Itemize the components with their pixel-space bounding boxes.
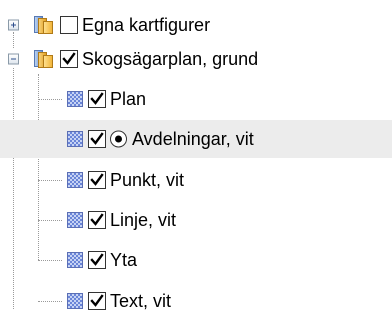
layer-group-icon <box>34 15 54 35</box>
checkmark-icon <box>90 132 104 145</box>
group-checkbox[interactable] <box>60 50 78 68</box>
checker-pattern-layer-icon <box>67 91 83 107</box>
layer-checkbox[interactable] <box>88 130 106 148</box>
checker-pattern-layer-icon <box>67 252 83 268</box>
checkmark-icon <box>90 92 104 105</box>
layer-checkbox[interactable] <box>88 292 106 310</box>
layer-label: Text, vit <box>110 291 172 311</box>
plus-expander-icon[interactable] <box>8 19 19 31</box>
layer-group-icon <box>34 49 54 69</box>
group-label: Egna kartfigurer <box>82 15 211 35</box>
tree-item-yta[interactable]: Yta <box>0 241 392 279</box>
checker-pattern-layer-icon <box>67 212 83 228</box>
tree-item-plan[interactable]: Plan <box>0 80 392 118</box>
minus-expander-icon[interactable] <box>8 53 19 65</box>
checkmark-icon <box>90 173 104 186</box>
layer-label: Yta <box>110 250 138 270</box>
group-checkbox[interactable] <box>60 16 78 34</box>
checkmark-icon <box>62 52 76 65</box>
tree-item-punkt-vit[interactable]: Punkt, vit <box>0 161 392 199</box>
layer-checkbox[interactable] <box>88 171 106 189</box>
layer-checkbox[interactable] <box>88 211 106 229</box>
checker-pattern-layer-icon <box>67 293 83 309</box>
layer-label: Punkt, vit <box>110 170 185 190</box>
layer-label: Plan <box>110 89 147 109</box>
radio-selected-icon[interactable] <box>110 130 127 148</box>
layer-checkbox[interactable] <box>88 90 106 108</box>
layer-label: Linje, vit <box>110 210 177 230</box>
checker-pattern-layer-icon <box>67 131 83 147</box>
tree-item-linje-vit[interactable]: Linje, vit <box>0 201 392 239</box>
checker-pattern-layer-icon <box>67 172 83 188</box>
checkmark-icon <box>90 294 104 307</box>
tree-item-avdelningar-vit[interactable]: Avdelningar, vit <box>0 120 392 158</box>
group-label: Skogsägarplan, grund <box>82 49 259 69</box>
layer-tree: Egna kartfigurer Skogsägarplan, grund Pl… <box>0 0 392 311</box>
layer-label: Avdelningar, vit <box>132 129 254 149</box>
tree-group-egna-kartfigurer[interactable]: Egna kartfigurer <box>0 6 392 44</box>
tree-group-skogsagarplan-grund[interactable]: Skogsägarplan, grund <box>0 40 392 78</box>
checkmark-icon <box>90 213 104 226</box>
tree-item-text-vit[interactable]: Text, vit <box>0 282 392 320</box>
checkmark-icon <box>90 253 104 266</box>
layer-checkbox[interactable] <box>88 251 106 269</box>
